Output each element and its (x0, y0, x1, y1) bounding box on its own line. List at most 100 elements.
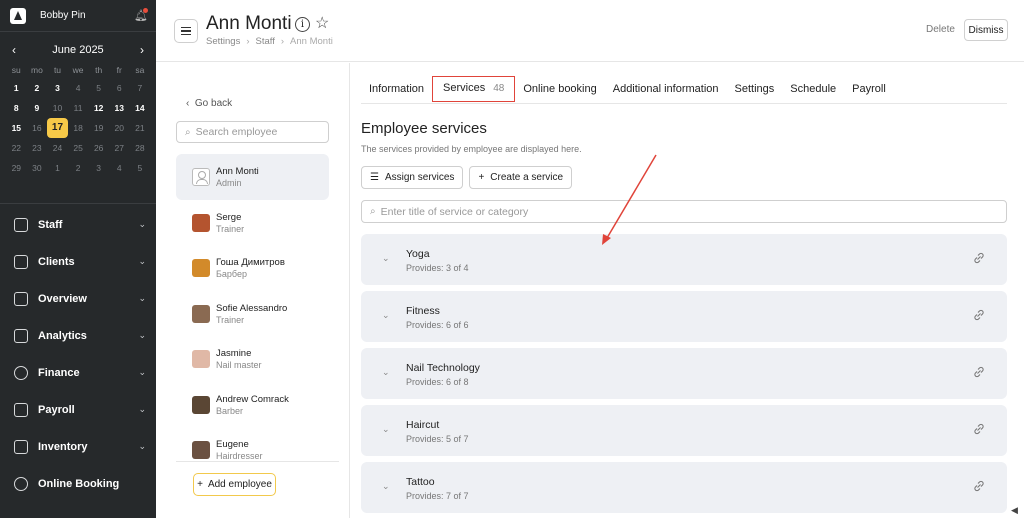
nav-item-analytics[interactable]: Analytics ⌄ (0, 317, 156, 354)
employee-list-item[interactable]: Andrew Comrack Barber (176, 382, 329, 428)
chevron-down-icon[interactable]: ⌄ (382, 424, 390, 435)
unlink-icon[interactable] (973, 423, 985, 435)
calendar-prev-button[interactable]: ‹ (12, 43, 16, 57)
dismiss-button[interactable]: Dismiss (964, 19, 1008, 41)
calendar-day[interactable]: 14 (130, 98, 151, 118)
star-icon[interactable]: ☆ (315, 13, 329, 33)
brand-logo[interactable] (10, 7, 26, 24)
calendar-day[interactable]: 24 (47, 138, 68, 158)
calendar-day[interactable]: 20 (109, 118, 130, 138)
chevron-down-icon[interactable]: ⌄ (382, 310, 390, 321)
assign-services-button[interactable]: ☰ Assign services (361, 166, 464, 189)
add-employee-button[interactable]: + Add employee (193, 473, 276, 496)
tab-online-booking[interactable]: Online booking (515, 76, 604, 102)
calendar-day[interactable]: 8 (6, 98, 27, 118)
service-card[interactable]: ⌄ Haircut Provides: 5 of 7 (361, 405, 1007, 456)
nav-item-inventory[interactable]: Inventory ⌄ (0, 428, 156, 465)
calendar-day[interactable]: 29 (6, 158, 27, 178)
scroll-left-arrow[interactable]: ◀ (1011, 505, 1018, 516)
calendar-day[interactable]: 26 (88, 138, 109, 158)
nav-item-overview[interactable]: Overview ⌄ (0, 280, 156, 317)
service-card[interactable]: ⌄ Nail Technology Provides: 6 of 8 (361, 348, 1007, 399)
service-card[interactable]: ⌄ Yoga Provides: 3 of 4 (361, 234, 1007, 285)
calendar-day[interactable]: 15 (6, 118, 27, 138)
nav-item-finance[interactable]: Finance ⌄ (0, 354, 156, 391)
service-search[interactable]: ⌕ (361, 200, 1007, 223)
calendar-day[interactable]: 4 (109, 158, 130, 178)
unlink-icon[interactable] (973, 480, 985, 492)
employee-list-item[interactable]: Гоша Димитров Барбер (176, 246, 329, 292)
menu-toggle-button[interactable] (174, 19, 198, 43)
tab-additional-information[interactable]: Additional information (605, 76, 727, 102)
calendar-day[interactable]: 10 (47, 98, 68, 118)
calendar-day[interactable]: 23 (27, 138, 48, 158)
calendar-day[interactable]: 2 (27, 78, 48, 98)
employee-text: Ann Monti Admin (216, 166, 259, 188)
calendar-day[interactable]: 16 (27, 118, 48, 138)
unlink-icon[interactable] (973, 309, 985, 321)
delete-button[interactable]: Delete (926, 24, 955, 35)
calendar-day[interactable]: 12 (88, 98, 109, 118)
nav-item-payroll[interactable]: Payroll ⌄ (0, 391, 156, 428)
info-icon[interactable]: i (295, 17, 310, 32)
nav-item-clients[interactable]: Clients ⌄ (0, 243, 156, 280)
service-card[interactable]: ⌄ Fitness Provides: 6 of 6 (361, 291, 1007, 342)
calendar-day[interactable]: 19 (88, 118, 109, 138)
calendar-day[interactable]: 9 (27, 98, 48, 118)
employee-list-item[interactable]: Ann Monti Admin (176, 154, 329, 200)
calendar-day[interactable]: 25 (68, 138, 89, 158)
calendar-day[interactable]: 30 (27, 158, 48, 178)
breadcrumb-staff[interactable]: Staff (256, 36, 275, 47)
page-header: Ann Monti i ☆ Settings › Staff › Ann Mon… (156, 0, 1024, 62)
payroll-icon (14, 402, 28, 417)
calendar-day[interactable]: 3 (88, 158, 109, 178)
chevron-down-icon[interactable]: ⌄ (382, 367, 390, 378)
bell-icon[interactable]: 🔔︎ (134, 7, 148, 22)
chevron-down-icon[interactable]: ⌄ (382, 253, 390, 264)
tab-services[interactable]: Services 48 (432, 76, 516, 102)
service-search-input[interactable] (380, 205, 981, 218)
unlink-icon[interactable] (973, 366, 985, 378)
tab-schedule[interactable]: Schedule (782, 76, 844, 102)
calendar-day[interactable]: 22 (6, 138, 27, 158)
go-back-link[interactable]: ‹ Go back (186, 98, 232, 109)
calendar-grid: su mo tu we th fr sa 1 2 3 4 5 6 7 8 9 10 11 12 13 14 15 16 17 1… (6, 62, 150, 178)
service-list: ⌄ Yoga Provides: 3 of 4 ⌄ Fitness Provides: 6… (361, 234, 1007, 518)
nav-item-online-booking[interactable]: Online Booking (0, 465, 156, 502)
tab-settings[interactable]: Settings (727, 76, 783, 102)
breadcrumb-settings[interactable]: Settings (206, 36, 240, 47)
employee-list-item[interactable]: Serge Trainer (176, 200, 329, 246)
employee-list-item[interactable]: Sofie Alessandro Trainer (176, 291, 329, 337)
tab-payroll[interactable]: Payroll (844, 76, 894, 102)
tab-information[interactable]: Information (361, 76, 432, 102)
chevron-down-icon[interactable]: ⌄ (382, 481, 390, 492)
service-card[interactable]: ⌄ Tattoo Provides: 7 of 7 (361, 462, 1007, 513)
calendar-next-button[interactable]: › (140, 43, 144, 57)
calendar-day[interactable]: 28 (130, 138, 151, 158)
create-service-button[interactable]: + Create a service (469, 166, 573, 189)
employee-name: Andrew Comrack (216, 393, 289, 405)
calendar-day[interactable]: 1 (47, 158, 68, 178)
calendar-day[interactable]: 4 (68, 78, 89, 98)
calendar-day[interactable]: 5 (88, 78, 109, 98)
calendar-day[interactable]: 7 (130, 78, 151, 98)
calendar-day-today[interactable]: 17 (47, 118, 68, 138)
nav-item-staff[interactable]: Staff ⌄ (0, 206, 156, 243)
calendar-day[interactable]: 2 (68, 158, 89, 178)
employee-search-input[interactable] (195, 126, 316, 138)
calendar-day[interactable]: 27 (109, 138, 130, 158)
employee-list-item[interactable]: Jasmine Nail master (176, 337, 329, 383)
calendar-day[interactable]: 21 (130, 118, 151, 138)
employee-list: Ann Monti Admin Serge Trainer Гоша Димитров Б… (176, 154, 329, 473)
unlink-icon[interactable] (973, 252, 985, 264)
plus-icon: + (478, 172, 485, 183)
calendar-day[interactable]: 5 (130, 158, 151, 178)
calendar-day[interactable]: 11 (68, 98, 89, 118)
employee-search[interactable]: ⌕ (176, 121, 329, 143)
calendar-day[interactable]: 6 (109, 78, 130, 98)
calendar-day[interactable]: 3 (47, 78, 68, 98)
calendar-day[interactable]: 13 (109, 98, 130, 118)
calendar-day[interactable]: 1 (6, 78, 27, 98)
employee-list-item[interactable]: Eugene Hairdresser (176, 428, 329, 474)
calendar-day[interactable]: 18 (68, 118, 89, 138)
